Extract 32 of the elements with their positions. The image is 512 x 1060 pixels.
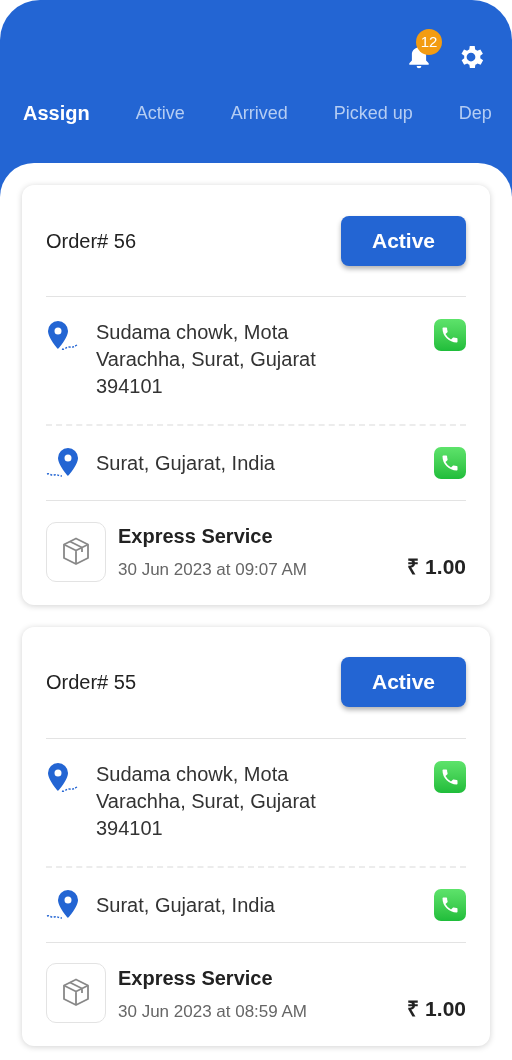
drop-address: Surat, Gujarat, India (96, 451, 276, 476)
order-card[interactable]: Order# 55 Active Sudama chowk, Mota Varachha, Surat, Gujarat 394101 Surat, Gujarat, India Express Service 30 Jun 2023 at 08:59 AM ₹ 1.00 (22, 626, 490, 1046)
order-number: Order# 55 (46, 670, 137, 695)
phone-call-button[interactable] (434, 319, 466, 351)
service-name: Express Service (118, 524, 274, 549)
location-pin-icon (46, 446, 80, 480)
order-price: ₹ 1.00 (407, 995, 466, 1022)
drop-address: Surat, Gujarat, India (96, 892, 276, 918)
notification-badge: 12 (416, 29, 442, 55)
phone-call-button[interactable] (434, 760, 466, 793)
tab[interactable]: Active (135, 99, 185, 127)
location-pin-icon (46, 319, 80, 353)
order-price: ₹ 1.00 (407, 554, 466, 580)
pickup-address: Sudama chowk, Mota Varachha, Surat, Gujarat 394101 (96, 320, 317, 399)
tab[interactable]: Assign (23, 98, 90, 128)
location-pin-icon (46, 760, 80, 795)
pickup-address: Sudama chowk, Mota Varachha, Surat, Gujarat 394101 (96, 761, 317, 841)
order-number: Order# 56 (46, 228, 137, 254)
service-name: Express Service (118, 965, 274, 991)
phone-icon (440, 325, 460, 345)
status-button[interactable]: Active (341, 215, 466, 266)
tab[interactable]: Dep (458, 99, 492, 127)
tab[interactable]: Picked up (333, 99, 413, 127)
phone-call-button[interactable] (434, 888, 466, 921)
order-datetime: 30 Jun 2023 at 09:07 AM (118, 559, 309, 581)
phone-call-button[interactable] (434, 447, 466, 479)
phone-icon (440, 453, 460, 473)
order-card[interactable]: Order# 56 Active Sudama chowk, Mota Varachha, Surat, Gujarat 394101 Surat, Gujarat, India Express Service 30 Jun 2023 at 09:07 AM ₹ 1.00 (22, 185, 490, 605)
tab[interactable]: Arrived (230, 99, 288, 127)
status-button[interactable]: Active (341, 657, 466, 707)
location-pin-icon (46, 887, 80, 922)
order-datetime: 30 Jun 2023 at 08:59 AM (118, 1000, 309, 1023)
